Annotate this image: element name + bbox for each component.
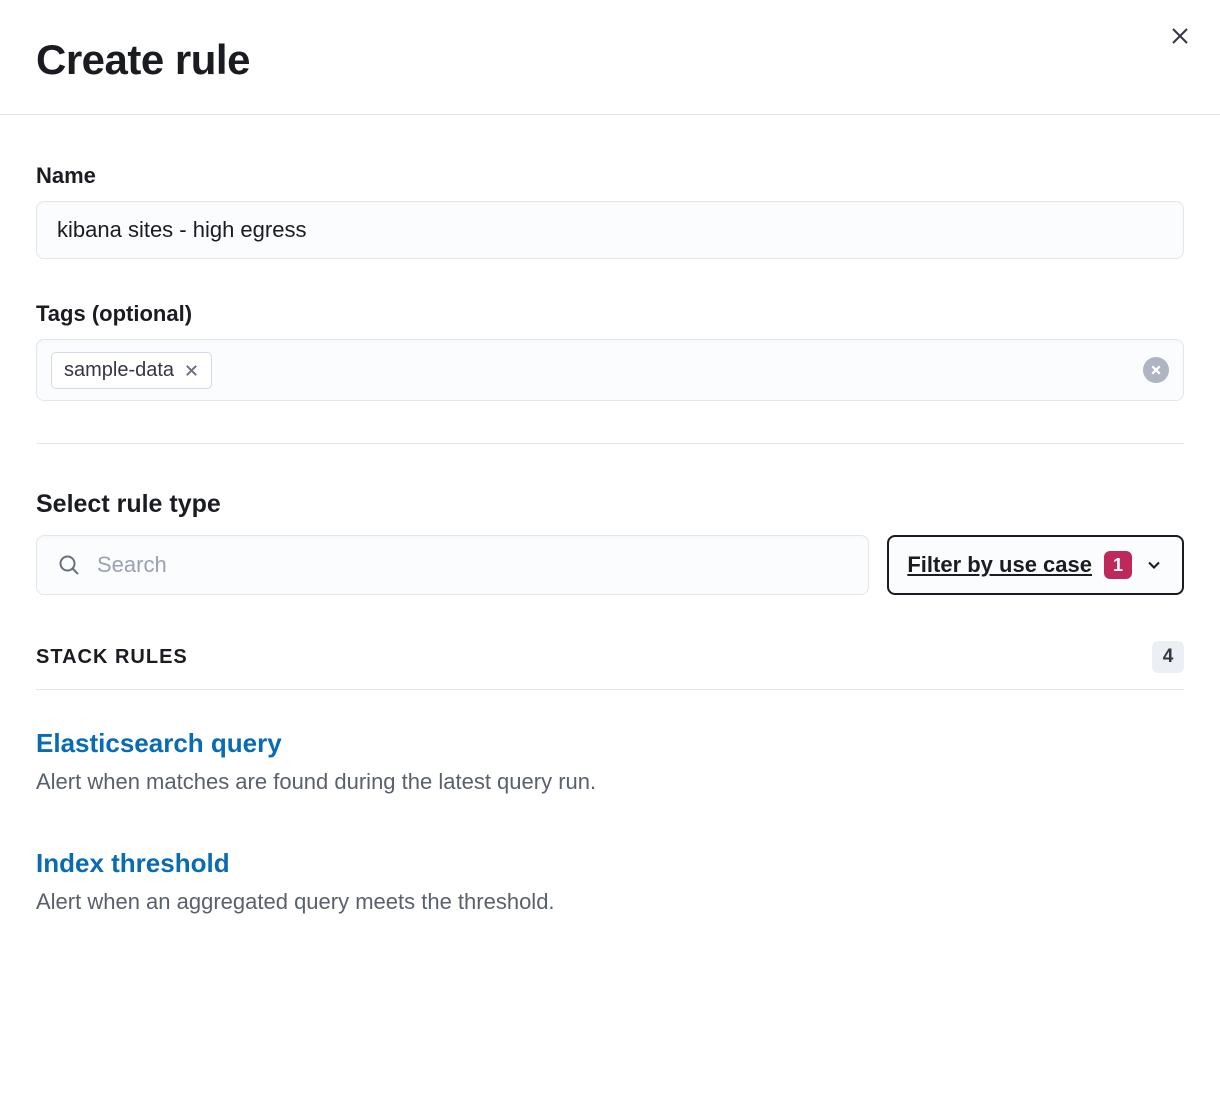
tags-row: Tags (optional) sample-data bbox=[36, 301, 1184, 401]
x-icon bbox=[1150, 364, 1162, 376]
divider bbox=[36, 443, 1184, 444]
flyout-body: Name Tags (optional) sample-data Select … bbox=[0, 115, 1220, 958]
tags-input[interactable]: sample-data bbox=[36, 339, 1184, 401]
search-row: Filter by use case 1 bbox=[36, 535, 1184, 595]
close-button[interactable] bbox=[1168, 24, 1192, 51]
rule-group-count: 4 bbox=[1152, 641, 1184, 673]
rule-group-title: STACK RULES bbox=[36, 646, 188, 669]
chevron-down-icon bbox=[1144, 555, 1164, 575]
search-field-wrapper[interactable] bbox=[36, 535, 869, 595]
tag-remove-button[interactable] bbox=[184, 363, 199, 378]
rule-type-item[interactable]: Index threshold Alert when an aggregated… bbox=[36, 838, 1184, 958]
tags-label: Tags (optional) bbox=[36, 301, 1184, 327]
filter-label: Filter by use case bbox=[907, 552, 1092, 578]
clear-tags-button[interactable] bbox=[1143, 357, 1169, 383]
page-title: Create rule bbox=[36, 36, 250, 84]
rule-type-title: Index threshold bbox=[36, 848, 1184, 879]
search-icon bbox=[57, 553, 81, 577]
flyout-header: Create rule bbox=[0, 0, 1220, 115]
select-rule-type-title: Select rule type bbox=[36, 490, 1184, 519]
search-input[interactable] bbox=[97, 552, 848, 578]
filter-count-badge: 1 bbox=[1104, 551, 1132, 579]
name-row: Name bbox=[36, 163, 1184, 259]
rule-type-item[interactable]: Elasticsearch query Alert when matches a… bbox=[36, 718, 1184, 838]
close-icon bbox=[1168, 24, 1192, 48]
rule-type-description: Alert when matches are found during the … bbox=[36, 767, 1184, 798]
filter-by-use-case-button[interactable]: Filter by use case 1 bbox=[887, 535, 1184, 595]
rule-type-title: Elasticsearch query bbox=[36, 728, 1184, 759]
x-icon bbox=[184, 363, 199, 378]
rule-type-description: Alert when an aggregated query meets the… bbox=[36, 887, 1184, 918]
rule-group-header: STACK RULES 4 bbox=[36, 641, 1184, 690]
tag-chip: sample-data bbox=[51, 352, 212, 389]
name-input[interactable] bbox=[36, 201, 1184, 259]
name-label: Name bbox=[36, 163, 1184, 189]
tag-label: sample-data bbox=[64, 359, 174, 382]
